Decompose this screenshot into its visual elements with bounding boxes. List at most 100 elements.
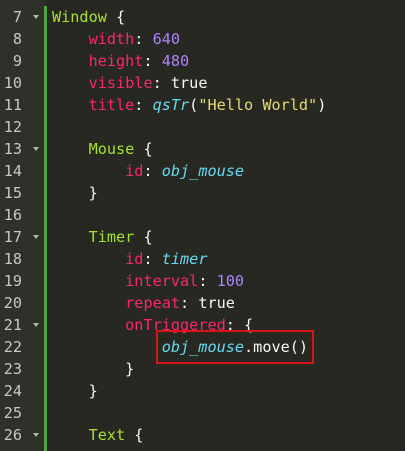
code-text: } bbox=[52, 380, 98, 402]
code-token: 100 bbox=[216, 272, 245, 290]
line-number: 8 bbox=[12, 30, 22, 48]
line-number: 13 bbox=[3, 140, 22, 158]
line-number: 24 bbox=[3, 382, 22, 400]
code-line[interactable]: 7 Window { bbox=[0, 6, 405, 28]
fold-arrow-icon[interactable] bbox=[33, 235, 39, 239]
code-line[interactable]: 13 Mouse { bbox=[0, 138, 405, 160]
code-text: obj_mouse.move() bbox=[52, 330, 315, 364]
code-line[interactable]: 20 repeat: true bbox=[0, 292, 405, 314]
code-line[interactable]: 25 bbox=[0, 402, 405, 424]
code-editor[interactable]: 7 Window {8 width: 640 9 height: 480 10 vis… bbox=[0, 0, 405, 451]
line-number: 25 bbox=[3, 404, 22, 422]
code-token: : bbox=[198, 272, 217, 290]
code-token: : bbox=[143, 52, 162, 70]
fold-arrow-icon[interactable] bbox=[33, 433, 39, 437]
code-token: timer bbox=[161, 250, 208, 268]
code-line[interactable]: 10 visible: true bbox=[0, 72, 405, 94]
code-text: Timer { bbox=[52, 226, 153, 248]
line-number: 9 bbox=[12, 52, 22, 70]
code-token: obj_mouse bbox=[161, 162, 245, 180]
code-token: : bbox=[180, 294, 199, 312]
code-line[interactable]: 12 bbox=[0, 116, 405, 138]
code-token: Window bbox=[52, 8, 107, 26]
code-token: } bbox=[52, 184, 98, 202]
fold-arrow-icon[interactable] bbox=[33, 147, 39, 151]
code-token: { bbox=[106, 8, 126, 26]
line-number: 11 bbox=[3, 96, 22, 114]
code-token: : bbox=[143, 250, 162, 268]
code-token: .move() bbox=[244, 338, 309, 356]
code-token: : bbox=[134, 96, 153, 114]
code-line[interactable]: 14 id: obj_mouse bbox=[0, 160, 405, 182]
code-line[interactable]: 23 } bbox=[0, 358, 405, 380]
code-text: visible: true bbox=[52, 72, 208, 94]
code-line[interactable]: 17 Timer { bbox=[0, 226, 405, 248]
code-line[interactable]: 11 title: qsTr("Hello World") bbox=[0, 94, 405, 116]
code-token: ( bbox=[189, 96, 199, 114]
code-token: } bbox=[52, 382, 98, 400]
code-line[interactable]: 16 bbox=[0, 204, 405, 226]
code-token: id bbox=[125, 250, 144, 268]
line-number: 7 bbox=[12, 8, 22, 26]
code-token: : bbox=[134, 30, 153, 48]
code-line[interactable]: 18 id: timer bbox=[0, 248, 405, 270]
code-token: qsTr bbox=[152, 96, 190, 114]
code-token: repeat bbox=[125, 294, 181, 312]
line-number: 19 bbox=[3, 272, 22, 290]
code-line[interactable]: 15 } bbox=[0, 182, 405, 204]
line-number: 21 bbox=[3, 316, 22, 334]
code-text: height: 480 bbox=[52, 50, 190, 72]
code-token: { bbox=[134, 228, 153, 246]
code-text: id: obj_mouse bbox=[52, 160, 244, 182]
code-token: obj_mouse bbox=[161, 338, 245, 356]
code-token: true bbox=[198, 294, 235, 312]
code-line[interactable]: 21 onTriggered: { bbox=[0, 314, 405, 336]
code-token: 480 bbox=[161, 52, 190, 70]
code-token: Text bbox=[88, 426, 126, 444]
line-number: 15 bbox=[3, 184, 22, 202]
line-number: 20 bbox=[3, 294, 22, 312]
code-token: Timer bbox=[88, 228, 135, 246]
code-text: title: qsTr("Hello World") bbox=[52, 94, 327, 116]
code-token: : bbox=[152, 74, 171, 92]
code-token: 640 bbox=[152, 30, 181, 48]
code-token: } bbox=[52, 360, 135, 378]
code-text: repeat: true bbox=[52, 292, 235, 314]
code-text: } bbox=[52, 358, 134, 380]
code-token: onTriggered bbox=[125, 316, 226, 334]
line-number: 23 bbox=[3, 360, 22, 378]
code-token: width bbox=[88, 30, 135, 48]
code-line[interactable]: 24 } bbox=[0, 380, 405, 402]
line-number: 10 bbox=[3, 74, 22, 92]
line-number: 26 bbox=[3, 426, 22, 444]
code-text: width: 640 bbox=[52, 28, 180, 50]
code-line[interactable]: 19 interval: 100 bbox=[0, 270, 405, 292]
code-line[interactable]: 9 height: 480 bbox=[0, 50, 405, 72]
code-token: visible bbox=[88, 74, 153, 92]
highlighted-code-box: obj_mouse.move() bbox=[155, 330, 315, 364]
code-line[interactable]: 22 obj_mouse.move() bbox=[0, 330, 405, 364]
code-token: : { bbox=[225, 316, 254, 334]
line-number: 16 bbox=[3, 206, 22, 224]
code-token: { bbox=[125, 426, 144, 444]
code-token: : bbox=[143, 162, 162, 180]
code-line[interactable]: 26 Text { bbox=[0, 424, 405, 446]
code-line[interactable]: 8 width: 640 bbox=[0, 28, 405, 50]
code-token: ) bbox=[317, 96, 327, 114]
fold-arrow-icon[interactable] bbox=[33, 15, 39, 19]
code-text: Mouse { bbox=[52, 138, 153, 160]
fold-arrow-icon[interactable] bbox=[33, 323, 39, 327]
code-token: interval bbox=[125, 272, 199, 290]
